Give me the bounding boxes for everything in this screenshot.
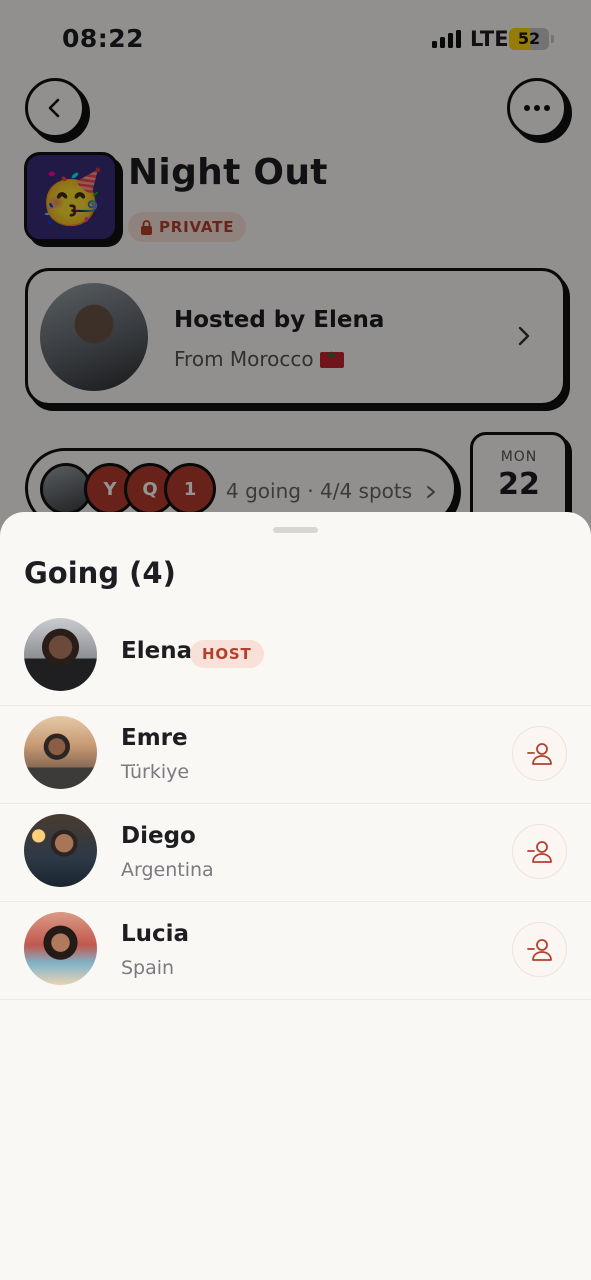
attendee-name: Elena [121,638,193,664]
attendee-country: Türkiye [121,761,190,783]
avatar [24,716,97,789]
remove-user-icon [526,742,552,765]
attendee-name: Lucia [121,921,190,947]
list-item[interactable]: Diego Argentina [0,804,591,902]
attendee-country: Spain [121,957,175,979]
attendee-name: Emre [121,725,188,751]
remove-user-icon [526,938,552,961]
host-badge: HOST [190,640,264,668]
remove-attendee-button[interactable] [512,922,567,977]
going-bottom-sheet: Going (4) Elena HOST Emre Türkiye Diego … [0,512,591,1280]
list-item[interactable]: Lucia Spain [0,902,591,1000]
sheet-grabber[interactable] [273,527,318,533]
remove-attendee-button[interactable] [512,824,567,879]
avatar [24,912,97,985]
avatar [24,814,97,887]
avatar [24,618,97,691]
remove-attendee-button[interactable] [512,726,567,781]
list-item[interactable]: Elena HOST [0,608,591,706]
remove-user-icon [526,840,552,863]
list-item[interactable]: Emre Türkiye [0,706,591,804]
attendee-name: Diego [121,823,196,849]
sheet-title: Going (4) [24,556,176,590]
attendee-list: Elena HOST Emre Türkiye Diego Argentina … [0,608,591,1000]
attendee-country: Argentina [121,859,214,881]
